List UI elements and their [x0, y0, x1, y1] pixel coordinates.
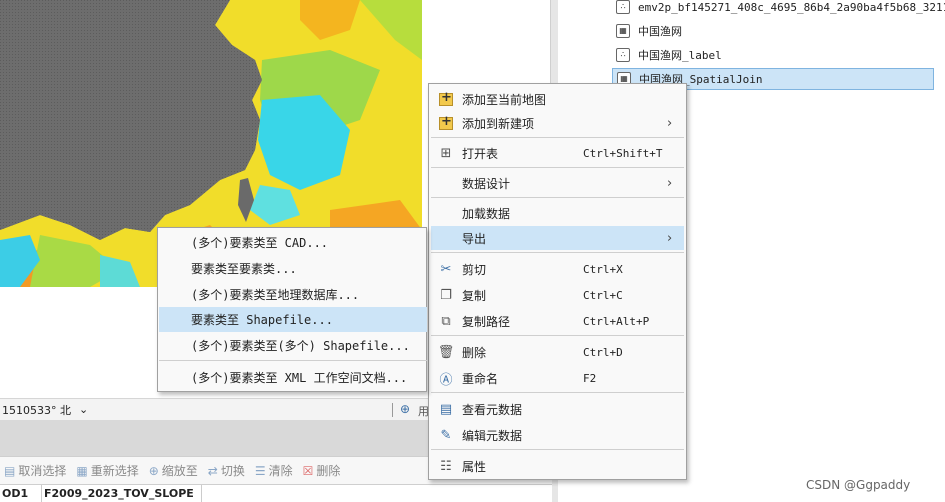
table-icon: ⊞: [440, 145, 452, 161]
catalog-item[interactable]: ∴ emv2p_bf145271_408c_4695_86b4_2a90ba4f…: [612, 0, 945, 18]
attribute-table-header: OD1 F2009_2023_TOV_SLOPE: [0, 484, 552, 502]
toolbar-label: 缩放至: [161, 464, 198, 478]
menu-separator: [431, 167, 684, 168]
column-header[interactable]: OD1: [0, 485, 42, 502]
delete-button[interactable]: ☒ 删除: [303, 462, 341, 479]
switch-icon: ⇄: [207, 463, 218, 478]
toolbar-label: 重新选择: [90, 464, 139, 478]
zoom-to-button[interactable]: ⊕ 缩放至: [149, 462, 198, 479]
clear-selection-button[interactable]: ▤ 取消选择: [4, 462, 66, 479]
reselect-icon: ▦: [76, 463, 88, 478]
menu-item-view-metadata[interactable]: ▤ 查看元数据: [431, 397, 684, 421]
select-icon: ▤: [4, 463, 16, 478]
chevron-down-icon[interactable]: ⌄: [79, 403, 88, 416]
switch-button[interactable]: ⇄ 切换: [208, 462, 245, 479]
submenu-item-to-multiple-shapefile[interactable]: (多个)要素类至(多个) Shapefile...: [159, 333, 427, 358]
menu-item-data-design[interactable]: 数据设计 ›: [431, 171, 684, 195]
polygon-layer-icon: ▦: [616, 24, 630, 38]
copy-icon: ❐: [440, 287, 452, 303]
reselect-button[interactable]: ▦ 重新选择: [76, 462, 138, 479]
pencil-icon: ✎: [440, 427, 452, 443]
clear-button[interactable]: ☰ 清除: [255, 462, 293, 479]
menu-separator: [431, 449, 684, 450]
toolbar-label: 取消选择: [18, 464, 67, 478]
menu-item-add-to-map[interactable]: 添加至当前地图: [431, 87, 684, 111]
catalog-item[interactable]: ∴ 中国渔网_label: [612, 44, 726, 66]
menu-item-open-table[interactable]: ⊞ 打开表 Ctrl+Shift+T: [431, 141, 684, 165]
catalog-item[interactable]: ▦ 中国渔网: [612, 20, 686, 42]
menu-item-copy[interactable]: ❐ 复制 Ctrl+C: [431, 283, 684, 307]
submenu-item-to-xml[interactable]: (多个)要素类至 XML 工作空间文档...: [159, 365, 427, 390]
menu-item-delete[interactable]: 🗑 删除 Ctrl+D: [431, 340, 684, 364]
trash-icon: 🗑: [437, 344, 455, 360]
toolbar-label: 切换: [220, 464, 245, 478]
point-layer-icon: ∴: [616, 0, 630, 14]
export-submenu: (多个)要素类至 CAD... 要素类至要素类... (多个)要素类至地理数据库…: [157, 227, 427, 392]
menu-separator: [431, 392, 684, 393]
submenu-item-to-geodatabase[interactable]: (多个)要素类至地理数据库...: [159, 282, 427, 307]
menu-separator: [431, 137, 684, 138]
toolbar-label: 删除: [316, 464, 341, 478]
menu-item-cut[interactable]: ✂ 剪切 Ctrl+X: [431, 257, 684, 281]
catalog-item-label: 中国渔网_label: [638, 49, 722, 62]
clear-icon: ☰: [254, 463, 266, 478]
point-layer-icon: ∴: [616, 48, 630, 62]
divider: [392, 403, 393, 417]
context-menu: 添加至当前地图 添加到新建项 › ⊞ 打开表 Ctrl+Shift+T 数据设计…: [428, 83, 687, 480]
toolbar-label: 清除: [268, 464, 293, 478]
column-header[interactable]: F2009_2023_TOV_SLOPE: [42, 485, 202, 502]
properties-icon: ☷: [440, 458, 452, 474]
submenu-item-to-shapefile[interactable]: 要素类至 Shapefile...: [159, 307, 427, 332]
rename-icon: Ⓐ: [439, 372, 453, 388]
zoom-icon[interactable]: ⊕: [400, 402, 410, 416]
catalog-item-label: emv2p_bf145271_408c_4695_86b4_2a90ba4f5b…: [638, 0, 945, 14]
menu-item-copy-path[interactable]: ⧉ 复制路径 Ctrl+Alt+P: [431, 309, 684, 333]
menu-item-properties[interactable]: ☷ 属性: [431, 454, 684, 478]
zoom-to-icon: ⊕: [148, 463, 159, 478]
menu-separator: [431, 197, 684, 198]
chevron-right-icon: ›: [667, 175, 673, 191]
add-data-icon: [437, 114, 455, 132]
menu-item-load-data[interactable]: 加载数据: [431, 201, 684, 225]
menu-item-rename[interactable]: Ⓐ 重命名 F2: [431, 366, 684, 390]
chevron-right-icon: ›: [667, 115, 673, 131]
menu-item-edit-metadata[interactable]: ✎ 编辑元数据: [431, 423, 684, 447]
delete-icon: ☒: [302, 463, 314, 478]
document-icon: ▤: [439, 401, 453, 417]
coordinate-readout: 1510533° 北: [2, 403, 71, 417]
scissors-icon: ✂: [440, 261, 452, 277]
add-data-icon: [437, 90, 455, 108]
menu-separator: [431, 335, 684, 336]
menu-separator: [159, 360, 427, 361]
submenu-item-fc-to-fc[interactable]: 要素类至要素类...: [159, 256, 427, 281]
submenu-item-to-cad[interactable]: (多个)要素类至 CAD...: [159, 230, 427, 255]
menu-separator: [431, 252, 684, 253]
copy-path-icon: ⧉: [441, 313, 451, 329]
watermark: CSDN @Ggpaddy: [806, 478, 911, 492]
menu-item-export[interactable]: 导出 ›: [431, 226, 684, 250]
catalog-item-label: 中国渔网: [638, 25, 682, 38]
menu-item-add-to-new[interactable]: 添加到新建项 ›: [431, 111, 684, 135]
chevron-right-icon: ›: [667, 230, 673, 246]
